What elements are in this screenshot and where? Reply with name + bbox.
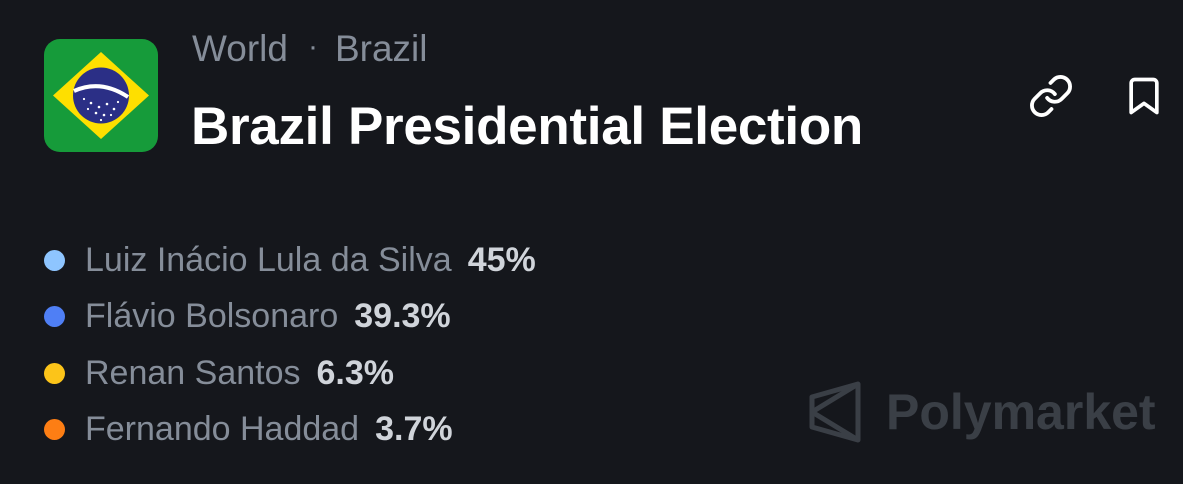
outcome-list: Luiz Inácio Lula da Silva 45% Flávio Bol… bbox=[44, 232, 536, 458]
outcome-name: Renan Santos bbox=[85, 353, 301, 392]
breadcrumb-separator: · bbox=[307, 30, 318, 63]
bookmark-icon bbox=[1129, 77, 1159, 115]
outcome-percent: 6.3% bbox=[316, 353, 395, 392]
page-title: Brazil Presidential Election bbox=[191, 97, 863, 156]
polymarket-wordmark: Polymarket bbox=[886, 384, 1156, 440]
outcome-name: Fernando Haddad bbox=[85, 410, 360, 448]
breadcrumb-brazil[interactable]: Brazil bbox=[335, 28, 428, 70]
copy-link-button[interactable] bbox=[1023, 68, 1079, 124]
outcome-color-dot bbox=[44, 362, 65, 384]
outcome-percent: 3.7% bbox=[375, 410, 453, 448]
outcome-item[interactable]: Luiz Inácio Lula da Silva 45% bbox=[44, 232, 536, 288]
outcome-name: Luiz Inácio Lula da Silva bbox=[85, 240, 452, 279]
outcome-name: Flávio Bolsonaro bbox=[85, 297, 339, 335]
link-icon bbox=[1030, 75, 1072, 117]
polymarket-watermark: Polymarket bbox=[806, 380, 1156, 444]
outcome-percent: 39.3% bbox=[354, 297, 451, 335]
outcome-percent: 45% bbox=[467, 240, 536, 279]
outcome-color-dot bbox=[44, 419, 65, 440]
bookmark-button[interactable] bbox=[1116, 68, 1172, 124]
breadcrumb: World · Brazil bbox=[192, 26, 427, 72]
outcome-color-dot bbox=[44, 306, 65, 327]
breadcrumb-world[interactable]: World bbox=[192, 28, 288, 70]
outcome-item[interactable]: Renan Santos 6.3% bbox=[44, 345, 536, 401]
polymarket-logo-icon bbox=[809, 381, 861, 443]
brazil-flag-icon bbox=[44, 39, 158, 152]
outcome-item[interactable]: Flávio Bolsonaro 39.3% bbox=[44, 289, 536, 345]
outcome-color-dot bbox=[44, 249, 65, 271]
outcome-item[interactable]: Fernando Haddad 3.7% bbox=[44, 402, 536, 458]
